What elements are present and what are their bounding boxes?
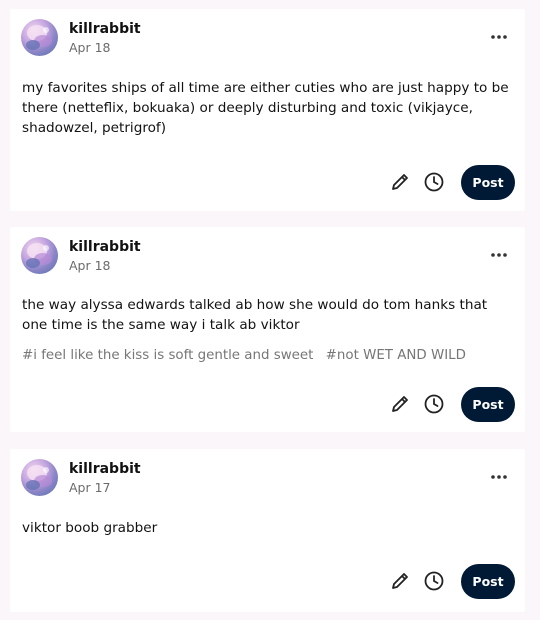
post-button[interactable]: Post xyxy=(461,563,515,599)
post-date[interactable]: Apr 18 xyxy=(69,40,111,55)
post-body-text: viktor boob grabber xyxy=(22,520,158,536)
pencil-icon xyxy=(392,174,408,190)
pencil-icon xyxy=(392,396,408,412)
post-body-text: the way alyssa edwards talked ab how she… xyxy=(22,297,488,333)
post-body-text: my favorites ships of all time are eithe… xyxy=(22,80,509,136)
post-button[interactable]: Post xyxy=(461,164,515,200)
avatar[interactable] xyxy=(21,237,58,274)
post-card: killrabbit Apr 18 the way alyssa edwards… xyxy=(10,227,525,432)
edit-button[interactable] xyxy=(387,169,413,195)
edit-button[interactable] xyxy=(387,391,413,417)
clock-icon xyxy=(424,172,444,192)
avatar[interactable] xyxy=(21,19,58,56)
more-options-icon[interactable] xyxy=(489,27,509,47)
post-actions: Post xyxy=(387,164,515,200)
post-date[interactable]: Apr 18 xyxy=(69,258,111,273)
avatar[interactable] xyxy=(21,459,58,496)
username[interactable]: killrabbit xyxy=(69,239,141,255)
queue-button[interactable] xyxy=(421,169,447,195)
pencil-icon xyxy=(392,573,408,589)
post-button[interactable]: Post xyxy=(461,386,515,422)
edit-button[interactable] xyxy=(387,568,413,594)
clock-icon xyxy=(424,394,444,414)
username[interactable]: killrabbit xyxy=(69,21,141,37)
clock-icon xyxy=(424,571,444,591)
username[interactable]: killrabbit xyxy=(69,461,141,477)
queue-button[interactable] xyxy=(421,568,447,594)
post-card: killrabbit Apr 18 my favorites ships of … xyxy=(10,9,525,211)
more-options-icon[interactable] xyxy=(489,245,509,265)
post-date[interactable]: Apr 17 xyxy=(69,480,111,495)
tag-link[interactable]: #not WET AND WILD xyxy=(326,348,466,363)
post-card: killrabbit Apr 17 viktor boob grabber Po… xyxy=(10,449,525,612)
post-actions: Post xyxy=(387,386,515,422)
queue-button[interactable] xyxy=(421,391,447,417)
tag-link[interactable]: #i feel like the kiss is soft gentle and… xyxy=(22,348,313,363)
more-options-icon[interactable] xyxy=(489,467,509,487)
post-tags: #i feel like the kiss is soft gentle and… xyxy=(22,346,511,366)
post-actions: Post xyxy=(387,563,515,599)
post-feed: killrabbit Apr 18 my favorites ships of … xyxy=(0,0,540,620)
